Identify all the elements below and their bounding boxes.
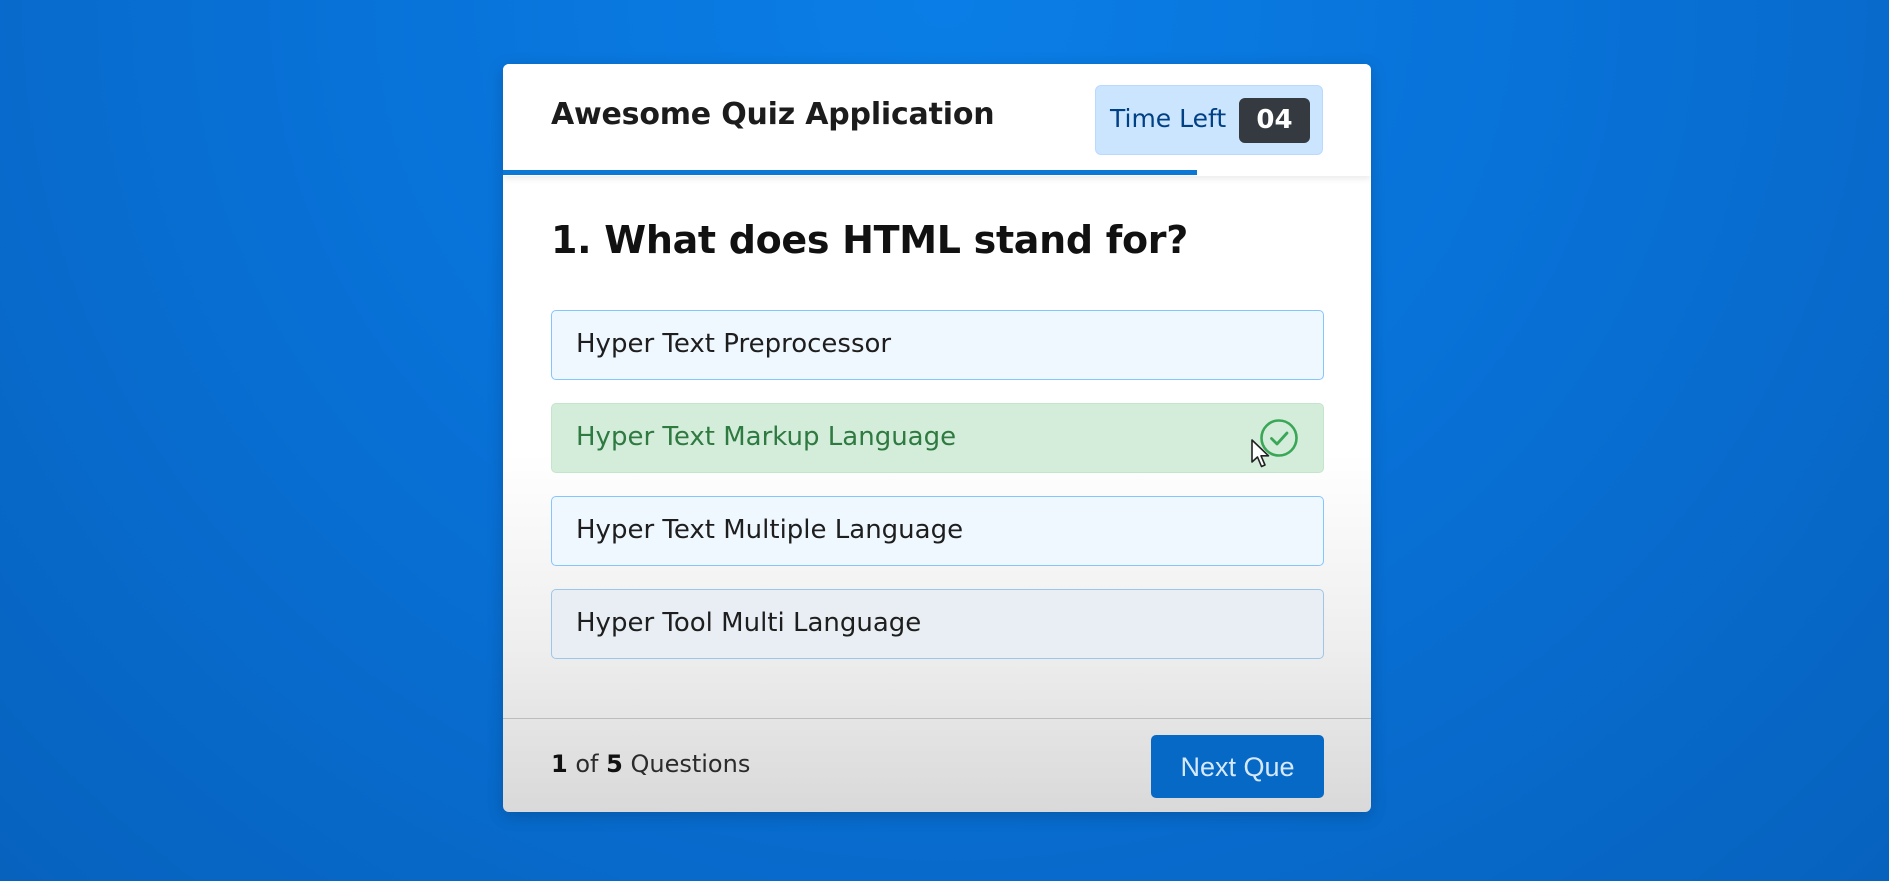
current-question-number: 1 (551, 750, 568, 778)
total-question-number: 5 (606, 750, 623, 778)
quiz-footer: 1 of 5 Questions Next Que (503, 718, 1371, 812)
option-label: Hyper Text Markup Language (576, 422, 957, 452)
counter-questions: Questions (630, 750, 751, 778)
option-3[interactable]: Hyper Text Multiple Language (551, 496, 1324, 566)
quiz-header: Awesome Quiz Application Time Left 04 (503, 64, 1371, 176)
next-question-button[interactable]: Next Que (1151, 735, 1324, 798)
option-4[interactable]: Hyper Tool Multi Language (551, 589, 1324, 659)
timer-label: Time Left (1110, 104, 1227, 133)
timer-seconds: 04 (1239, 98, 1310, 143)
option-label: Hyper Tool Multi Language (576, 608, 922, 638)
option-label: Hyper Text Preprocessor (576, 329, 892, 359)
quiz-box: Awesome Quiz Application Time Left 04 1.… (503, 64, 1371, 812)
option-1[interactable]: Hyper Text Preprocessor (551, 310, 1324, 380)
mouse-cursor-icon (1251, 439, 1270, 468)
option-2-correct[interactable]: Hyper Text Markup Language (551, 403, 1324, 473)
timer: Time Left 04 (1095, 85, 1323, 155)
app-title: Awesome Quiz Application (551, 97, 995, 132)
question-counter: 1 of 5 Questions (551, 750, 750, 778)
option-label: Hyper Text Multiple Language (576, 515, 964, 545)
time-progress-line (503, 170, 1198, 175)
counter-of: of (575, 750, 599, 778)
question-text: 1. What does HTML stand for? (551, 218, 1188, 262)
